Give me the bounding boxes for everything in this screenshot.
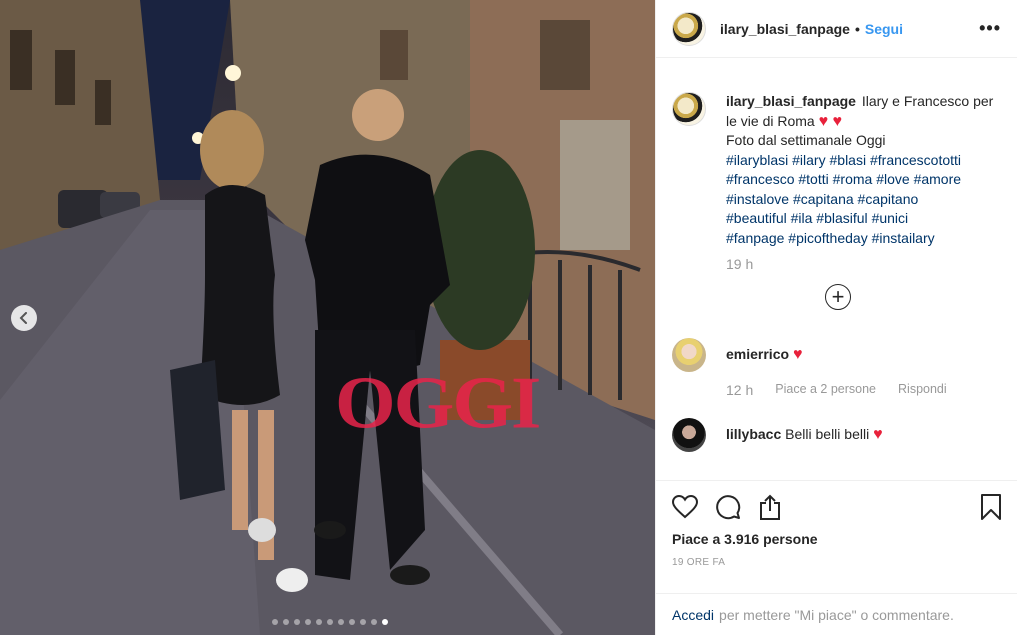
hashtag[interactable]: #amore <box>914 171 961 187</box>
heart-emoji: ♥ <box>873 426 883 443</box>
carousel-dot <box>316 619 322 625</box>
hashtag[interactable]: #capitana <box>793 191 854 207</box>
hashtag[interactable]: #blasiful <box>816 210 867 226</box>
header-separator: • <box>854 20 860 37</box>
carousel-dot <box>338 619 344 625</box>
carousel-dot-active <box>382 619 388 625</box>
heart-emoji: ♥ ♥ <box>818 112 843 130</box>
comment-body: emierrico ♥ <box>726 338 802 364</box>
login-prompt: Accedi per mettere "Mi piace" o commenta… <box>656 593 1017 635</box>
avatar[interactable] <box>672 92 706 126</box>
bookmark-icon <box>981 494 1001 520</box>
avatar[interactable] <box>672 338 706 372</box>
carousel-dot <box>349 619 355 625</box>
post-actions: Piace a 3.916 persone 19 ore fa <box>656 480 1017 568</box>
carousel-dot <box>294 619 300 625</box>
load-more-comments-button[interactable]: + <box>825 284 851 310</box>
save-button[interactable] <box>980 494 1002 520</box>
hashtag[interactable]: #instailary <box>872 230 935 246</box>
likes-link[interactable]: Piace a 3.916 persone <box>672 531 818 547</box>
carousel-dot <box>272 619 278 625</box>
comment-meta: 12 h Piace a 2 persone Rispondi <box>726 382 1002 398</box>
oggi-watermark: OGGI <box>335 361 541 444</box>
hashtag[interactable]: #beautiful <box>726 210 787 226</box>
action-icons <box>672 481 1002 533</box>
reply-button[interactable]: Rispondi <box>898 382 947 398</box>
carousel-indicator <box>272 619 388 625</box>
comment-button[interactable] <box>715 494 741 520</box>
caption: ilary_blasi_fanpage Ilary e Francesco pe… <box>672 92 1002 248</box>
caption-username[interactable]: ilary_blasi_fanpage <box>726 93 856 109</box>
carousel-dot <box>305 619 311 625</box>
login-link[interactable]: Accedi <box>672 607 714 623</box>
hashtag[interactable]: #fanpage <box>726 230 784 246</box>
comment-icon <box>716 495 741 520</box>
comment: lillybacc Belli belli belli ♥ <box>672 418 1002 452</box>
post-timestamp[interactable]: 19 ore fa <box>672 557 1002 568</box>
hashtag[interactable]: #ilary <box>792 152 825 168</box>
comment-username[interactable]: emierrico <box>726 346 789 362</box>
chevron-left-icon <box>19 312 27 324</box>
hashtag[interactable]: #roma <box>833 171 873 187</box>
avatar[interactable] <box>672 418 706 452</box>
hashtag[interactable]: #instalove <box>726 191 789 207</box>
photo-scene <box>0 0 655 635</box>
hashtag[interactable]: #totti <box>798 171 828 187</box>
heart-icon <box>672 495 698 519</box>
hashtag[interactable]: #capitano <box>858 191 919 207</box>
share-button[interactable] <box>758 494 782 520</box>
hashtag[interactable]: #francescototti <box>870 152 961 168</box>
caption-line2: Foto dal settimanale Oggi <box>726 132 886 148</box>
hashtag[interactable]: #picoftheday <box>788 230 867 246</box>
follow-button[interactable]: Segui <box>865 21 903 37</box>
post-side-panel: ilary_blasi_fanpage • Segui ••• ilary_bl… <box>655 0 1017 635</box>
share-icon <box>760 494 780 520</box>
carousel-dot <box>327 619 333 625</box>
post-photo[interactable]: OGGI <box>0 0 655 635</box>
comment-username[interactable]: lillybacc <box>726 426 781 442</box>
hashtag[interactable]: #love <box>876 171 909 187</box>
comment-likes[interactable]: Piace a 2 persone <box>775 382 876 398</box>
comment-body: lillybacc Belli belli belli ♥ <box>726 418 883 444</box>
carousel-dot <box>360 619 366 625</box>
more-options-button[interactable]: ••• <box>979 18 1001 39</box>
hashtag[interactable]: #blasi <box>830 152 867 168</box>
header-username[interactable]: ilary_blasi_fanpage <box>720 21 850 37</box>
hashtag[interactable]: #francesco <box>726 171 794 187</box>
avatar[interactable] <box>672 11 706 46</box>
hashtag[interactable]: #ilaryblasi <box>726 152 788 168</box>
caption-time[interactable]: 19 h <box>726 256 1002 272</box>
comment-time[interactable]: 12 h <box>726 382 753 398</box>
comment: emierrico ♥ <box>672 338 1002 372</box>
like-button[interactable] <box>672 495 698 519</box>
likes-count: Piace a 3.916 persone <box>672 531 1002 547</box>
carousel-prev-button[interactable] <box>11 305 37 331</box>
comment-text: Belli belli belli <box>785 426 870 442</box>
hashtag[interactable]: #ila <box>791 210 813 226</box>
login-text: per mettere "Mi piace" o commentare. <box>719 606 954 623</box>
hashtag[interactable]: #unici <box>872 210 909 226</box>
heart-emoji: ♥ <box>792 346 803 363</box>
post-header: ilary_blasi_fanpage • Segui ••• <box>656 0 1017 58</box>
comments-list[interactable]: ilary_blasi_fanpage Ilary e Francesco pe… <box>656 59 1017 479</box>
plus-circle-icon: + <box>831 284 845 309</box>
caption-text: ilary_blasi_fanpage Ilary e Francesco pe… <box>726 92 996 248</box>
carousel-dot <box>371 619 377 625</box>
carousel-dot <box>283 619 289 625</box>
